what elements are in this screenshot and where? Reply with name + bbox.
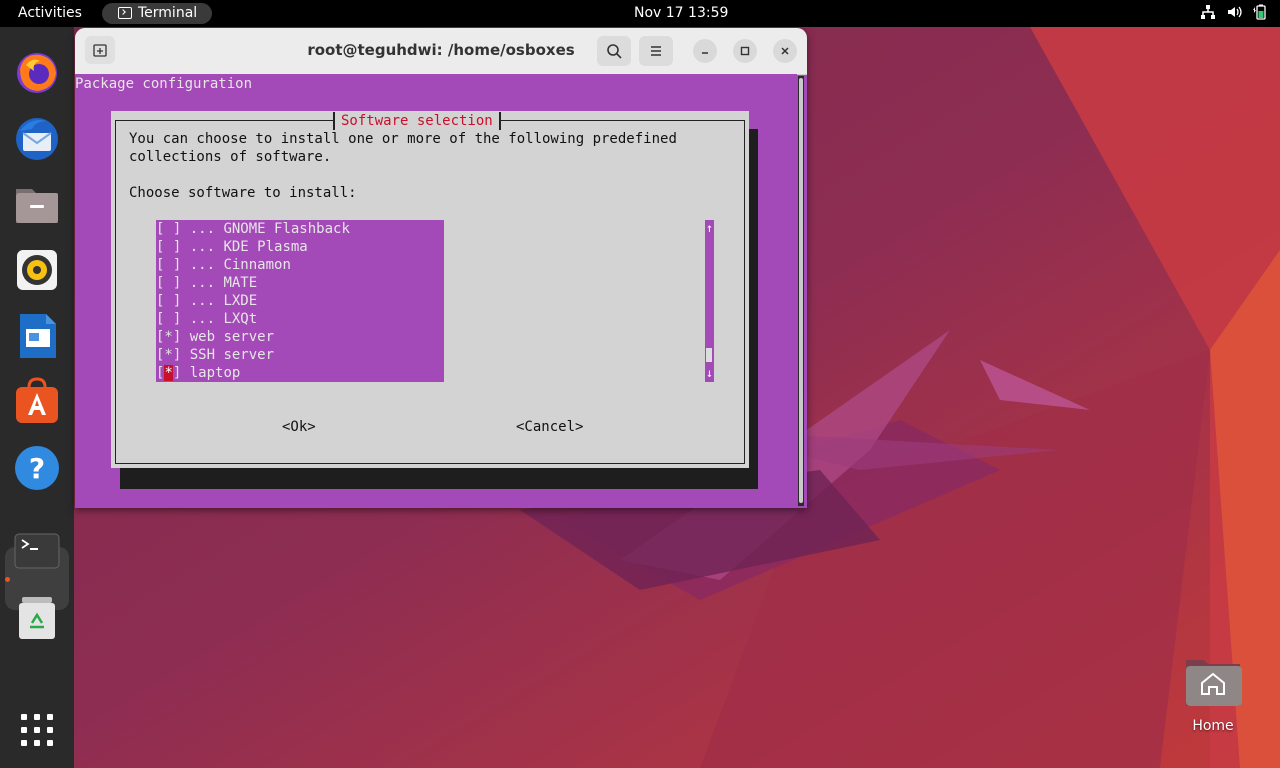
terminal-icon[interactable] <box>12 526 62 576</box>
minimize-button[interactable] <box>693 39 717 63</box>
top-bar: Activities Terminal Nov 17 13:59 <box>0 0 1280 27</box>
home-folder-label: Home <box>1192 718 1234 734</box>
checkbox[interactable]: [ ] <box>156 293 181 309</box>
list-item-selected[interactable]: [*] laptop <box>156 364 240 382</box>
list-scrollbar[interactable]: ↑ ↓ <box>705 220 714 382</box>
checkbox[interactable]: [*] <box>156 347 181 363</box>
checkbox[interactable]: [*] <box>156 329 181 345</box>
window-headerbar[interactable]: root@teguhdwi: /home/osboxes <box>75 28 807 75</box>
list-item-label: ... LXQt <box>189 311 258 327</box>
svg-text:?: ? <box>29 452 45 485</box>
checkbox-close: ] <box>172 365 182 381</box>
close-button[interactable] <box>773 39 797 63</box>
list-item[interactable]: [ ] ... LXQt <box>156 310 257 328</box>
dialog-description-line2: collections of software. <box>129 149 332 165</box>
dialog-prompt: Choose software to install: <box>129 185 357 201</box>
thunderbird-icon[interactable] <box>12 113 62 163</box>
list-item-label: ... KDE Plasma <box>189 239 308 255</box>
app-grid-icon[interactable] <box>12 705 62 755</box>
dialog-description-line1: You can choose to install one or more of… <box>129 131 677 147</box>
rhythmbox-icon[interactable] <box>12 245 62 295</box>
ok-button[interactable]: <Ok> <box>282 418 316 436</box>
list-item[interactable]: [*] SSH server <box>156 346 274 364</box>
list-item[interactable]: [ ] ... Cinnamon <box>156 256 291 274</box>
software-icon[interactable] <box>12 377 62 427</box>
package-configuration-header: Package configuration <box>75 76 253 92</box>
battery-icon[interactable] <box>1252 4 1268 20</box>
home-folder-icon[interactable] <box>1184 656 1242 708</box>
terminal-content[interactable]: Package configuration Software selection… <box>75 74 797 508</box>
list-item-label: ... GNOME Flashback <box>189 221 350 237</box>
list-item[interactable]: [*] web server <box>156 328 274 346</box>
list-item-label: ... MATE <box>189 275 258 291</box>
running-indicator <box>5 577 10 582</box>
list-item[interactable]: [ ] ... MATE <box>156 274 257 292</box>
writer-icon[interactable] <box>12 311 62 361</box>
list-item-label: ... Cinnamon <box>189 257 291 273</box>
clock[interactable]: Nov 17 13:59 <box>634 5 728 21</box>
software-selection-dialog: Software selection You can choose to ins… <box>111 111 749 468</box>
activities-button[interactable]: Activities <box>18 5 82 21</box>
software-list[interactable]: [ ] ... GNOME Flashback [ ] ... KDE Plas… <box>156 220 444 382</box>
list-item[interactable]: [ ] ... KDE Plasma <box>156 238 308 256</box>
network-icon[interactable] <box>1200 4 1216 20</box>
app-menu-label: Terminal <box>138 5 198 21</box>
dock: ? <box>0 27 74 768</box>
checkbox[interactable]: [ ] <box>156 275 181 291</box>
dialog-title: Software selection <box>333 112 501 130</box>
search-button[interactable] <box>597 36 631 66</box>
app-menu-terminal[interactable]: Terminal <box>102 3 212 24</box>
trash-icon[interactable] <box>12 593 62 643</box>
list-item-label: laptop <box>189 365 241 381</box>
firefox-icon[interactable] <box>12 47 62 97</box>
terminal-app-icon <box>118 7 132 19</box>
help-icon[interactable]: ? <box>12 443 62 493</box>
close-icon <box>781 47 789 55</box>
checkbox[interactable]: [ ] <box>156 239 181 255</box>
cancel-button[interactable]: <Cancel> <box>516 418 583 436</box>
cursor-checkbox-mark[interactable]: * <box>164 365 173 381</box>
maximize-button[interactable] <box>733 39 757 63</box>
checkbox[interactable]: [ ] <box>156 221 181 237</box>
list-item-label: ... LXDE <box>189 293 258 309</box>
list-item[interactable]: [ ] ... GNOME Flashback <box>156 220 350 238</box>
hamburger-icon <box>651 46 661 56</box>
list-item[interactable]: [ ] ... LXDE <box>156 292 257 310</box>
volume-icon[interactable] <box>1226 4 1242 20</box>
maximize-icon <box>740 46 750 56</box>
list-item-label: web server <box>189 329 275 345</box>
hamburger-menu-button[interactable] <box>639 36 673 66</box>
scroll-up-arrow[interactable]: ↑ <box>705 221 714 235</box>
search-icon <box>607 44 622 59</box>
list-scrollbar-thumb[interactable] <box>706 348 712 362</box>
checkbox[interactable]: [ ] <box>156 311 181 327</box>
minimize-icon <box>702 52 708 54</box>
system-tray[interactable] <box>1200 4 1268 20</box>
files-icon[interactable] <box>12 179 62 229</box>
checkbox[interactable]: [ ] <box>156 257 181 273</box>
scroll-down-arrow[interactable]: ↓ <box>705 366 714 380</box>
list-item-label: SSH server <box>189 347 275 363</box>
terminal-scrollbar-thumb[interactable] <box>799 78 803 503</box>
terminal-window[interactable]: root@teguhdwi: /home/osboxes Package con… <box>75 28 807 508</box>
